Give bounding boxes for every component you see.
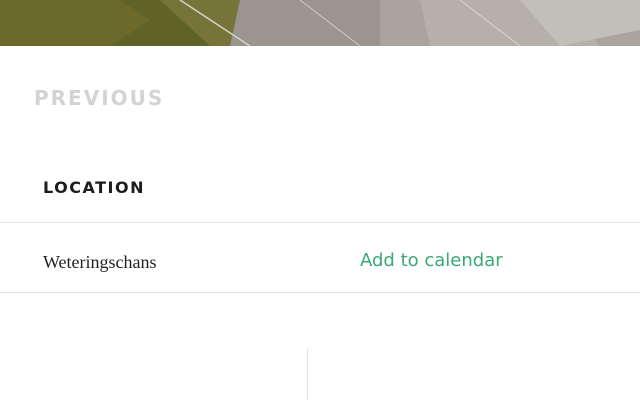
add-to-calendar-link[interactable]: Add to calendar: [360, 250, 503, 271]
location-heading: LOCATION: [43, 178, 145, 197]
divider-bottom: [0, 292, 640, 293]
hero-image: [0, 0, 640, 46]
divider-top: [0, 222, 640, 223]
previous-link[interactable]: PREVIOUS: [34, 86, 164, 110]
hero-landscape-graphic: [0, 0, 640, 46]
vertical-divider: [307, 348, 308, 400]
location-value: Weteringschans: [43, 252, 157, 272]
